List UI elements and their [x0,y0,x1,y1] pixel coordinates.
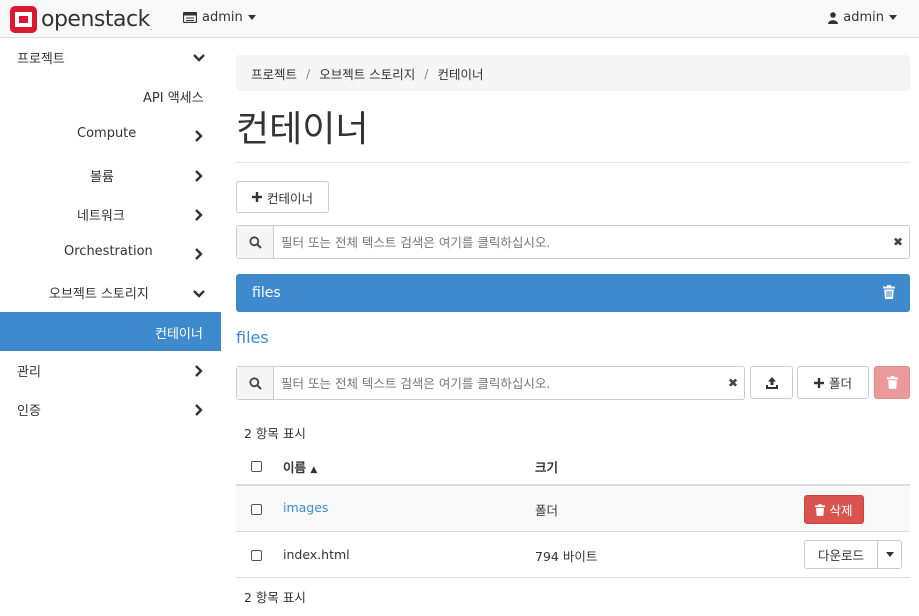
chevron-right-icon [195,130,203,142]
sidebar-item-object-storage[interactable]: 오브젝트 스토리지 [0,272,221,311]
trash-icon[interactable] [883,285,895,299]
search-icon-addon [237,367,274,399]
objects-section-title: files [236,328,269,347]
sidebar-item-identity[interactable]: 인증 [0,390,221,429]
user-dropdown[interactable]: admin [828,10,897,25]
delete-folder-button[interactable]: 삭제 [804,495,864,524]
select-all-checkbox[interactable] [251,461,262,472]
chevron-down-icon [193,290,205,298]
table-row: images 폴더 삭제 [236,486,910,532]
container-search-input[interactable] [274,226,887,258]
upload-icon [765,376,778,389]
sidebar-item-label: 오브젝트 스토리지 [49,287,149,302]
row-actions-dropdown[interactable] [877,540,902,569]
breadcrumb-separator: / [424,65,429,81]
add-container-label: 컨테이너 [266,190,313,206]
objects-table-header: 이름 ▲ 크기 [236,446,910,486]
row-checkbox[interactable] [251,504,262,515]
column-header-size: 크기 [535,460,559,475]
sidebar-item-orchestration[interactable]: Orchestration [0,233,221,272]
download-button[interactable]: 다운로드 [804,540,878,569]
create-folder-button[interactable]: 폴더 [797,366,869,399]
caret-down-icon [885,552,894,557]
sidebar-item-project[interactable]: 프로젝트 [0,38,221,77]
user-icon [828,11,839,24]
breadcrumb-item-object-storage[interactable]: 오브젝트 스토리지 [319,64,415,83]
delete-selected-button[interactable] [874,366,910,399]
create-folder-label: 폴더 [828,376,852,391]
chevron-right-icon [195,209,203,221]
search-icon [248,235,262,249]
sidebar-item-label: 관리 [17,365,41,380]
sidebar-item-label: Compute [77,126,137,141]
breadcrumb: 프로젝트 / 오브젝트 스토리지 / 컨테이너 [236,55,910,91]
row-checkbox[interactable] [251,550,262,561]
clear-search-icon[interactable]: ✖ [722,367,744,399]
title-divider [236,162,910,163]
chevron-right-icon [195,248,203,260]
container-name: files [252,285,281,301]
sidebar-item-label: 프로젝트 [17,52,65,67]
sidebar-item-label: Orchestration [64,244,153,259]
breadcrumb-item-project[interactable]: 프로젝트 [251,64,297,83]
add-container-button[interactable]: 컨테이너 [236,181,329,213]
item-count-bottom: 2 항목 표시 [244,590,306,605]
object-search-box: ✖ [236,366,745,400]
chevron-right-icon [195,170,203,182]
brand-mark: . [149,22,153,32]
top-navbar: openstack. admin admin [0,0,919,38]
sidebar: 프로젝트 API 액세스 Compute 볼륨 네트워크 Orchestrati… [0,38,221,616]
clear-search-icon[interactable]: ✖ [887,226,909,258]
project-icon [183,12,197,23]
sidebar-item-label: 인증 [17,404,41,419]
plus-icon [813,377,824,388]
chevron-right-icon [195,365,203,377]
object-name: index.html [283,547,350,562]
sidebar-item-label: 네트워크 [77,209,125,224]
table-row: index.html 794 바이트 다운로드 [236,532,910,578]
openstack-logo-icon [10,5,37,33]
object-size: 폴더 [535,503,559,518]
breadcrumb-separator: / [306,65,311,81]
container-item-files[interactable]: files [236,274,910,312]
sort-asc-icon: ▲ [310,465,318,475]
brand-name: openstack [41,6,150,32]
sidebar-item-containers[interactable]: 컨테이너 [0,312,221,351]
item-count-top: 2 항목 표시 [244,426,306,441]
chevron-right-icon [195,404,203,416]
sidebar-item-label: 볼륨 [90,170,114,185]
search-icon-addon [237,226,274,258]
page-title: 컨테이너 [236,109,369,150]
chevron-down-icon [193,54,205,62]
container-search-box: ✖ [236,225,910,259]
column-header-name[interactable]: 이름 ▲ [283,457,317,476]
sidebar-item-admin[interactable]: 관리 [0,351,221,390]
sidebar-item-label: 컨테이너 [155,327,203,342]
sidebar-item-volumes[interactable]: 볼륨 [0,155,221,194]
sidebar-item-network[interactable]: 네트워크 [0,194,221,233]
upload-file-button[interactable] [750,366,793,399]
openstack-logo[interactable]: openstack. [10,5,152,33]
search-icon [248,376,262,390]
trash-icon [886,376,898,389]
caret-down-icon [247,15,256,20]
project-name: admin [202,10,243,25]
sidebar-item-compute[interactable]: Compute [0,116,221,155]
delete-label: 삭제 [829,503,853,518]
object-search-input[interactable] [274,367,722,399]
breadcrumb-item-containers: 컨테이너 [437,66,484,82]
caret-down-icon [889,15,897,20]
trash-icon [815,503,826,516]
user-name: admin [843,10,884,25]
object-name-link[interactable]: images [283,500,328,515]
sidebar-item-api-access[interactable]: API 액세스 [0,77,221,116]
project-dropdown[interactable]: admin [183,10,256,25]
sidebar-item-label: API 액세스 [143,91,204,106]
object-size: 794 바이트 [535,549,598,564]
plus-icon [251,192,262,202]
